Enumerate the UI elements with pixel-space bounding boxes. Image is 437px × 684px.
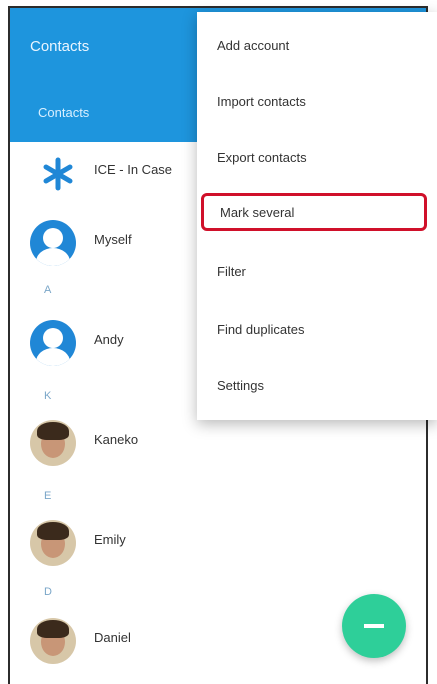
menu-item-find-duplicates[interactable]: Find duplicates: [197, 302, 437, 358]
contact-name: Daniel: [94, 630, 131, 645]
section-header: A: [44, 284, 52, 296]
section-header: D: [44, 586, 52, 598]
alphabet-index-scrollbar[interactable]: [417, 426, 426, 646]
contact-name: Emily: [94, 532, 126, 547]
contact-name: Myself: [94, 232, 132, 247]
contact-photo: [30, 420, 76, 466]
app-title: Contacts: [30, 38, 90, 55]
menu-item-mark-several[interactable]: Mark several: [201, 193, 427, 231]
menu-item-export-contacts[interactable]: Export contacts: [197, 130, 437, 186]
contact-photo: [30, 618, 76, 664]
person-icon: [30, 220, 76, 266]
contact-photo: [30, 520, 76, 566]
overflow-menu: Add account Import contacts Export conta…: [197, 12, 437, 420]
section-header: E: [44, 490, 52, 502]
menu-item-add-account[interactable]: Add account: [197, 18, 437, 74]
section-header: K: [44, 390, 52, 402]
tab-contacts[interactable]: Contacts: [24, 96, 142, 130]
menu-item-settings[interactable]: Settings: [197, 358, 437, 414]
add-contact-button[interactable]: [342, 594, 406, 658]
list-item[interactable]: Emily: [10, 514, 426, 572]
menu-item-filter[interactable]: Filter: [197, 244, 437, 300]
person-icon: [30, 320, 76, 366]
contact-name: ICE - In Case: [94, 162, 173, 177]
contact-name: Andy: [94, 332, 124, 347]
contact-name: Kaneko: [94, 432, 139, 447]
menu-item-import-contacts[interactable]: Import contacts: [197, 74, 437, 130]
list-item[interactable]: Kaneko: [10, 414, 426, 472]
plus-icon: [364, 624, 384, 628]
